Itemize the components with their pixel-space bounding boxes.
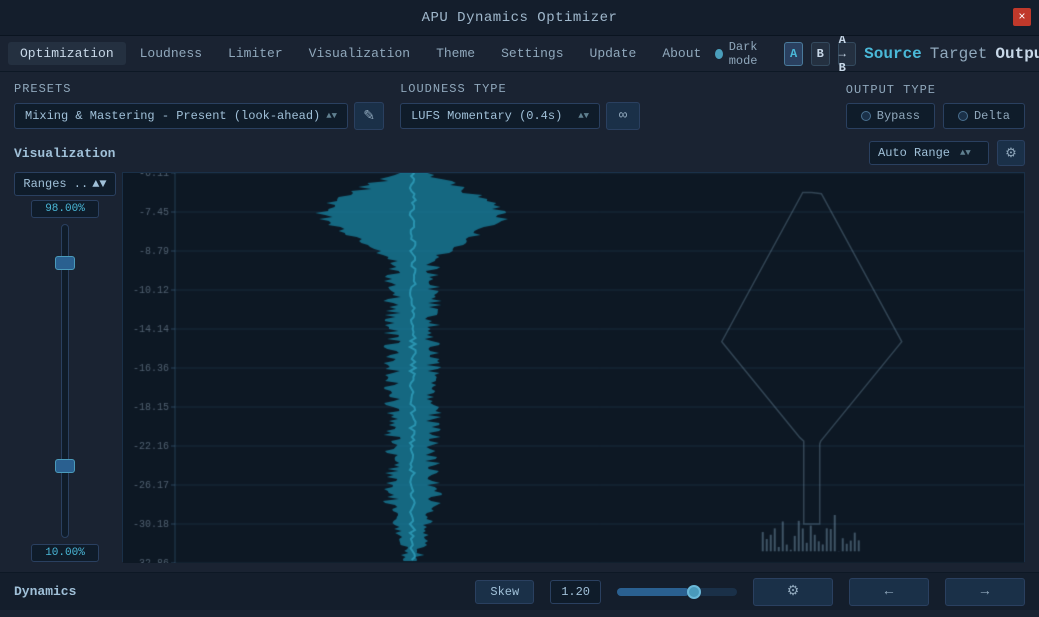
preset-select-group: Mixing & Mastering - Present (look-ahead… [14, 102, 384, 130]
slider-section: Ranges .. ▲▼ 98.00% 10.00% [14, 172, 122, 562]
mode-btn-b[interactable]: B [811, 42, 830, 66]
target-label[interactable]: Target [930, 45, 988, 63]
visualization-area: Ranges .. ▲▼ 98.00% 10.00% [14, 172, 1025, 562]
preset-edit-button[interactable]: ✎ [354, 102, 384, 130]
skew-slider-thumb[interactable] [687, 585, 701, 599]
output-label-text: Output type [846, 83, 1025, 97]
close-button[interactable]: × [1013, 8, 1031, 26]
dynamics-gear-button[interactable]: ⚙ [753, 578, 833, 606]
dark-mode-toggle[interactable]: Dark mode [715, 40, 776, 68]
next-button[interactable]: → [945, 578, 1025, 606]
delta-radio [958, 111, 968, 121]
menu-item-limiter[interactable]: Limiter [216, 42, 295, 65]
visualization-controls: Auto Range ▲▼ ⚙ [869, 140, 1025, 166]
visualization-label: Visualization [14, 146, 115, 161]
loudness-dropdown[interactable]: LUFS Momentary (0.4s) ▲▼ [400, 103, 600, 129]
menu-item-optimization[interactable]: Optimization [8, 42, 126, 65]
menu-item-settings[interactable]: Settings [489, 42, 575, 65]
title-bar: APU Dynamics Optimizer × [0, 0, 1039, 36]
chart-area [122, 172, 1025, 562]
slider-thumb-bottom[interactable] [55, 459, 75, 473]
delta-button[interactable]: Delta [943, 103, 1025, 129]
menu-item-loudness[interactable]: Loudness [128, 42, 214, 65]
loudness-arrows: ▲▼ [578, 111, 589, 121]
menu-item-update[interactable]: Update [578, 42, 649, 65]
menu-bar: Optimization Loudness Limiter Visualizat… [0, 36, 1039, 72]
controls-row: Presets Mixing & Mastering - Present (lo… [14, 82, 1025, 130]
output-label[interactable]: Output [995, 45, 1039, 63]
auto-range-arrows: ▲▼ [960, 148, 971, 158]
dynamics-bar: Dynamics Skew 1.20 ⚙ ← → [0, 572, 1039, 610]
loudness-link-button[interactable]: ∞ [606, 102, 640, 130]
prev-button[interactable]: ← [849, 578, 929, 606]
skew-button[interactable]: Skew [475, 580, 534, 604]
menu-right: Dark mode A B A → B Source Target Output [715, 40, 1039, 68]
slider-thumb-top[interactable] [55, 256, 75, 270]
source-label[interactable]: Source [864, 45, 922, 63]
mode-btn-ab[interactable]: A → B [838, 42, 857, 66]
visualization-gear-button[interactable]: ⚙ [997, 140, 1025, 166]
skew-slider-fill [617, 588, 689, 596]
preset-value: Mixing & Mastering - Present (look-ahead… [25, 109, 320, 123]
auto-range-dropdown[interactable]: Auto Range ▲▼ [869, 141, 989, 165]
range-arrows: ▲▼ [92, 177, 106, 191]
loudness-label: Loudness type [400, 82, 640, 96]
bypass-label: Bypass [877, 109, 920, 123]
output-section: Output type Bypass Delta [846, 83, 1025, 129]
visualization-header: Visualization Auto Range ▲▼ ⚙ [14, 140, 1025, 166]
loudness-value: LUFS Momentary (0.4s) [411, 109, 562, 123]
dynamics-label: Dynamics [14, 584, 76, 599]
main-content: Presets Mixing & Mastering - Present (lo… [0, 72, 1039, 572]
range-dropdown[interactable]: Ranges .. ▲▼ [14, 172, 115, 196]
menu-item-about[interactable]: About [650, 42, 713, 65]
slider-top-value: 98.00% [31, 200, 99, 218]
menu-item-theme[interactable]: Theme [424, 42, 487, 65]
auto-range-value: Auto Range [878, 146, 950, 160]
loudness-select-group: LUFS Momentary (0.4s) ▲▼ ∞ [400, 102, 640, 130]
bypass-radio [861, 111, 871, 121]
preset-arrows: ▲▼ [326, 111, 337, 121]
menu-item-visualization[interactable]: Visualization [297, 42, 422, 65]
preset-dropdown[interactable]: Mixing & Mastering - Present (look-ahead… [14, 103, 348, 129]
range-value: Ranges .. [23, 177, 88, 191]
bypass-button[interactable]: Bypass [846, 103, 935, 129]
main-chart-canvas [123, 173, 1024, 563]
delta-label: Delta [974, 109, 1010, 123]
presets-label: Presets [14, 82, 384, 96]
app-title: APU Dynamics Optimizer [422, 10, 618, 26]
slider-bottom-value: 10.00% [31, 544, 99, 562]
loudness-section: Loudness type LUFS Momentary (0.4s) ▲▼ ∞ [400, 82, 640, 130]
skew-value-display: 1.20 [550, 580, 601, 604]
presets-section: Presets Mixing & Mastering - Present (lo… [14, 82, 384, 130]
mode-btn-a[interactable]: A [784, 42, 803, 66]
dark-mode-dot [715, 49, 722, 59]
dark-mode-label: Dark mode [729, 40, 777, 68]
output-buttons-group: Bypass Delta [846, 103, 1025, 129]
vertical-slider[interactable] [61, 224, 69, 538]
skew-slider[interactable] [617, 588, 737, 596]
